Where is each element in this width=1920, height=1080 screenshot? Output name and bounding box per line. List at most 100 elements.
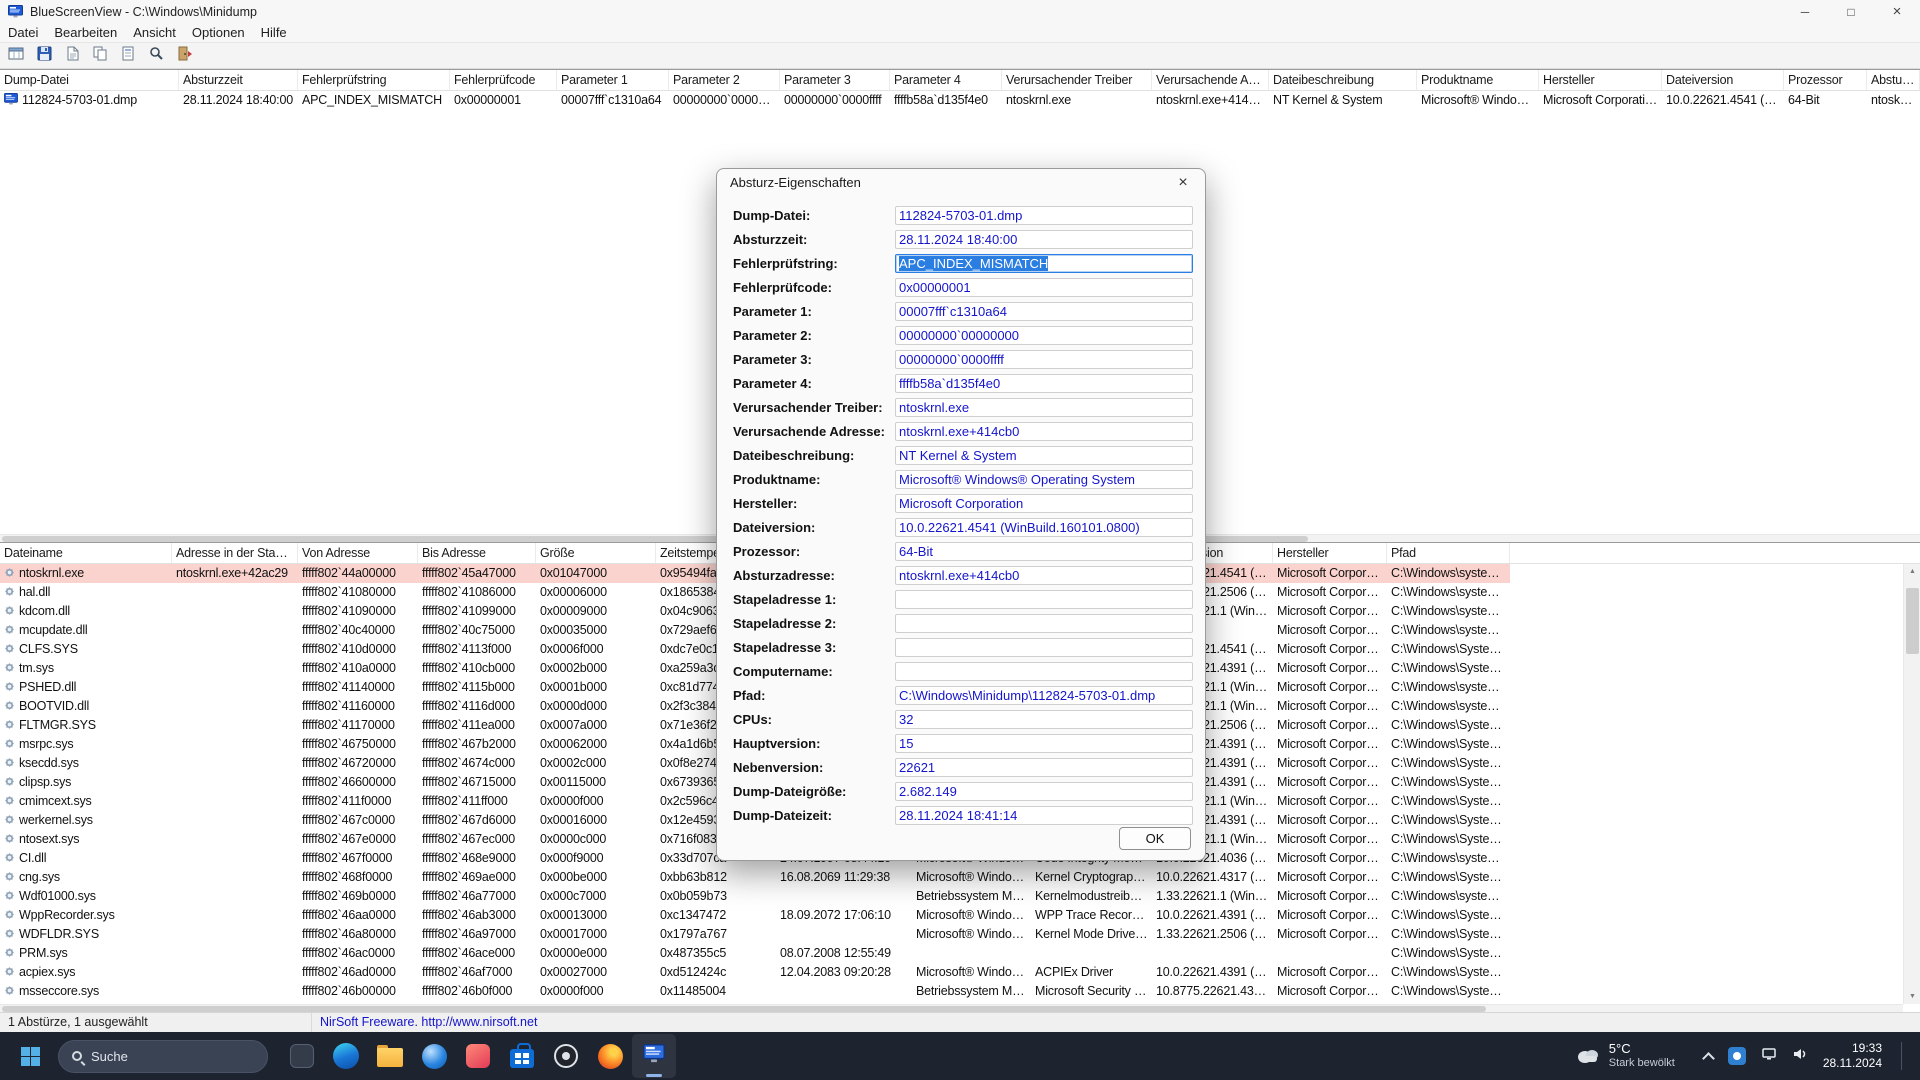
minimize-button[interactable]: ─ (1782, 0, 1828, 23)
network-icon[interactable] (1761, 1047, 1777, 1066)
column-header-hersteller[interactable]: Hersteller (1273, 543, 1387, 563)
field-value-stapeladresse_3[interactable] (895, 638, 1193, 657)
field-value-parameter_2[interactable]: 00000000`00000000 (895, 326, 1193, 345)
scroll-up-icon[interactable]: ▲ (1904, 564, 1920, 579)
table-row[interactable]: Wdf01000.sysfffff802`469b0000fffff802`46… (0, 887, 1510, 906)
taskbar-app-edge[interactable] (324, 1034, 368, 1078)
taskbar-app-recorder[interactable] (544, 1034, 588, 1078)
table-row[interactable]: WDFLDR.SYSfffff802`46a80000fffff802`46a9… (0, 925, 1510, 944)
field-value-parameter_4[interactable]: ffffb58a`d135f4e0 (895, 374, 1193, 393)
column-header-verursachende_adresse[interactable]: Verursachende Adresse (1152, 70, 1269, 90)
column-header-fehlerpruefstring[interactable]: Fehlerprüfstring (298, 70, 450, 90)
scroll-down-icon[interactable]: ▼ (1904, 989, 1920, 1004)
start-button[interactable] (10, 1036, 50, 1076)
column-header-adresse_im_stack[interactable]: Adresse in der Stapelüberwachung (172, 543, 298, 563)
taskbar-clock[interactable]: 19:33 28.11.2024 (1823, 1041, 1882, 1071)
menu-hilfe[interactable]: Hilfe (253, 24, 295, 42)
menu-datei[interactable]: Datei (0, 24, 46, 42)
tray-app-icon[interactable] (1728, 1047, 1746, 1065)
field-value-dump_dateigroesse[interactable]: 2.682.149 (895, 782, 1193, 801)
field-value-verursachende_adresse[interactable]: ntoskrnl.exe+414cb0 (895, 422, 1193, 441)
field-value-prozessor[interactable]: 64-Bit (895, 542, 1193, 561)
field-value-verursachender_treiber[interactable]: ntoskrnl.exe (895, 398, 1193, 417)
field-value-fehlerpruefcode[interactable]: 0x00000001 (895, 278, 1193, 297)
lower-horizontal-scrollbar[interactable] (0, 1004, 1903, 1012)
taskbar-app-firefox[interactable] (588, 1034, 632, 1078)
dialog-close-button[interactable]: × (1161, 169, 1205, 196)
column-header-parameter_3[interactable]: Parameter 3 (780, 70, 890, 90)
table-row[interactable]: msseccore.sysfffff802`46b00000fffff802`4… (0, 982, 1510, 1001)
ok-button[interactable]: OK (1119, 827, 1191, 850)
cell-adresse_im_stack (172, 982, 298, 1001)
html-report-button[interactable] (61, 45, 84, 66)
field-value-hersteller[interactable]: Microsoft Corporation (895, 494, 1193, 513)
column-header-hersteller[interactable]: Hersteller (1539, 70, 1662, 90)
scrollbar-thumb[interactable] (2, 1006, 1486, 1012)
field-value-parameter_3[interactable]: 00000000`0000ffff (895, 350, 1193, 369)
taskbar-search[interactable]: Suche (58, 1040, 268, 1073)
column-header-produktname[interactable]: Produktname (1417, 70, 1539, 90)
table-row[interactable]: PRM.sysfffff802`46ac0000fffff802`46ace00… (0, 944, 1510, 963)
volume-icon[interactable] (1792, 1047, 1808, 1066)
save-button[interactable] (33, 45, 56, 66)
show-desktop-button[interactable] (1901, 1042, 1904, 1070)
field-value-dump_datei[interactable]: 112824-5703-01.dmp (895, 206, 1193, 225)
column-header-parameter_1[interactable]: Parameter 1 (557, 70, 669, 90)
taskbar-app-bluescreenview[interactable] (632, 1034, 676, 1078)
maximize-button[interactable]: □ (1828, 0, 1874, 23)
table-row[interactable]: 112824-5703-01.dmp28.11.2024 18:40:00APC… (0, 91, 1920, 110)
field-value-computername[interactable] (895, 662, 1193, 681)
field-value-dump_dateizeit[interactable]: 28.11.2024 18:41:14 (895, 806, 1193, 825)
exit-button[interactable] (173, 45, 196, 66)
field-value-fehlerpruefstring[interactable]: APC_INDEX_MISMATCH (895, 254, 1193, 273)
column-header-von_adresse[interactable]: Von Adresse (298, 543, 418, 563)
field-value-produktname[interactable]: Microsoft® Windows® Operating System (895, 470, 1193, 489)
field-value-hauptversion[interactable]: 15 (895, 734, 1193, 753)
column-header-parameter_2[interactable]: Parameter 2 (669, 70, 780, 90)
column-header-dateibeschreibung[interactable]: Dateibeschreibung (1269, 70, 1417, 90)
menu-ansicht[interactable]: Ansicht (125, 24, 184, 42)
column-header-dateiname[interactable]: Dateiname (0, 543, 172, 563)
field-value-stapeladresse_1[interactable] (895, 590, 1193, 609)
taskbar-app-explorer[interactable] (368, 1034, 412, 1078)
nirsoft-link[interactable]: NirSoft Freeware. http://www.nirsoft.net (312, 1013, 1920, 1032)
column-header-absturzzeit[interactable]: Absturzzeit (179, 70, 298, 90)
weather-widget[interactable]: 5°C Stark bewölkt (1575, 1041, 1675, 1071)
taskbar-app-store[interactable] (500, 1034, 544, 1078)
field-value-nebenversion[interactable]: 22621 (895, 758, 1193, 777)
column-header-groesse[interactable]: Größe (536, 543, 656, 563)
field-value-dateiversion[interactable]: 10.0.22621.4541 (WinBuild.160101.0800) (895, 518, 1193, 537)
field-value-pfad[interactable]: C:\Windows\Minidump\112824-5703-01.dmp (895, 686, 1193, 705)
field-value-parameter_1[interactable]: 00007fff`c1310a64 (895, 302, 1193, 321)
find-button[interactable] (145, 45, 168, 66)
menu-optionen[interactable]: Optionen (184, 24, 253, 42)
field-value-dateibeschreibung[interactable]: NT Kernel & System (895, 446, 1193, 465)
column-header-fehlerpruefcode[interactable]: Fehlerprüfcode (450, 70, 557, 90)
column-header-dateiversion[interactable]: Dateiversion (1662, 70, 1784, 90)
column-header-verursachender_treiber[interactable]: Verursachender Treiber (1002, 70, 1152, 90)
scrollbar-thumb[interactable] (1906, 588, 1919, 654)
field-value-cpus[interactable]: 32 (895, 710, 1193, 729)
menu-bearbeiten[interactable]: Bearbeiten (46, 24, 125, 42)
field-value-absturzzeit[interactable]: 28.11.2024 18:40:00 (895, 230, 1193, 249)
taskbar-app-window[interactable] (280, 1034, 324, 1078)
column-header-absturzadresse[interactable]: Absturzadresse (1867, 70, 1920, 90)
properties-button[interactable] (117, 45, 140, 66)
field-value-absturzadresse[interactable]: ntoskrnl.exe+414cb0 (895, 566, 1193, 585)
column-header-bis_adresse[interactable]: Bis Adresse (418, 543, 536, 563)
taskbar-app-red[interactable] (456, 1034, 500, 1078)
table-row[interactable]: WppRecorder.sysfffff802`46aa0000fffff802… (0, 906, 1510, 925)
chevron-up-icon[interactable] (1702, 1052, 1715, 1065)
report-view-button[interactable] (5, 45, 28, 66)
column-header-parameter_4[interactable]: Parameter 4 (890, 70, 1002, 90)
column-header-prozessor[interactable]: Prozessor (1784, 70, 1867, 90)
taskbar-app-browser[interactable] (412, 1034, 456, 1078)
column-header-pfad[interactable]: Pfad (1387, 543, 1510, 563)
close-button[interactable]: × (1874, 0, 1920, 23)
table-row[interactable]: acpiex.sysfffff802`46ad0000fffff802`46af… (0, 963, 1510, 982)
table-row[interactable]: cng.sysfffff802`468f0000fffff802`469ae00… (0, 868, 1510, 887)
column-header-dump_datei[interactable]: Dump-Datei (0, 70, 179, 90)
field-value-stapeladresse_2[interactable] (895, 614, 1193, 633)
copy-button[interactable] (89, 45, 112, 66)
lower-vertical-scrollbar[interactable]: ▲ ▼ (1903, 564, 1920, 1004)
